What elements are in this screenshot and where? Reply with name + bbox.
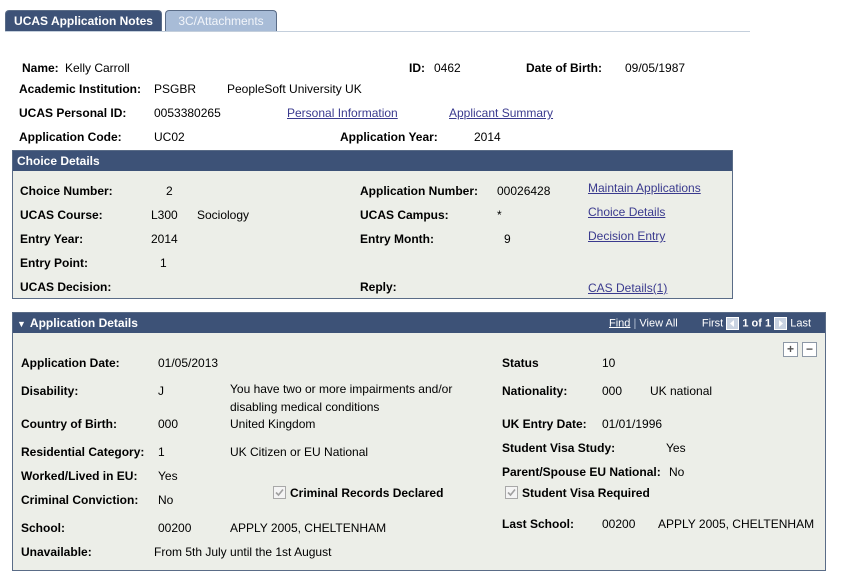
- ucas-personal-id-value: 0053380265: [154, 106, 221, 120]
- application-number-value: 00026428: [497, 184, 551, 198]
- status-label: Status: [502, 356, 539, 370]
- status-value: 10: [602, 356, 616, 370]
- worked-lived-eu-label: Worked/Lived in EU:: [21, 469, 138, 483]
- collapse-triangle-icon[interactable]: ▼: [17, 319, 26, 329]
- student-visa-required-label: Student Visa Required: [522, 486, 650, 500]
- disability-description-line1: You have two or more impairments and/or: [230, 382, 453, 396]
- id-label: ID:: [409, 61, 425, 75]
- nationality-code: 000: [602, 384, 623, 398]
- row-count: 1 of 1: [742, 317, 772, 330]
- last-school-name: APPLY 2005, CHELTENHAM: [658, 517, 815, 531]
- uk-entry-date-label: UK Entry Date:: [502, 417, 587, 431]
- decision-entry-link[interactable]: Decision Entry: [588, 229, 665, 243]
- country-of-birth-label: Country of Birth:: [21, 417, 117, 431]
- dob-label: Date of Birth:: [526, 61, 602, 75]
- student-visa-study-value: Yes: [666, 441, 686, 455]
- cas-details-link[interactable]: CAS Details(1): [588, 281, 667, 295]
- country-of-birth-code: 000: [158, 417, 179, 431]
- last-school-code: 00200: [602, 517, 636, 531]
- residential-category-description: UK Citizen or EU National: [230, 445, 369, 459]
- name-value: Kelly Carroll: [65, 61, 130, 75]
- details-navigation: Find | View All First 1 of 1 Last: [609, 317, 812, 330]
- ucas-personal-id-label: UCAS Personal ID:: [19, 106, 127, 120]
- uk-entry-date-value: 01/01/1996: [602, 417, 663, 431]
- application-date-value: 01/05/2013: [158, 356, 219, 370]
- choice-number-value: 2: [166, 184, 173, 198]
- ucas-course-name: Sociology: [197, 208, 250, 222]
- institution-code: PSGBR: [154, 82, 197, 96]
- entry-point-value: 1: [160, 256, 167, 270]
- entry-point-label: Entry Point:: [20, 256, 88, 270]
- reply-label: Reply:: [360, 280, 397, 294]
- ucas-campus-label: UCAS Campus:: [360, 208, 449, 222]
- application-code-value: UC02: [154, 130, 185, 144]
- institution-name: PeopleSoft University UK: [227, 82, 362, 96]
- nationality-label: Nationality:: [502, 384, 568, 398]
- entry-year-label: Entry Year:: [20, 232, 84, 246]
- application-date-label: Application Date:: [21, 356, 120, 370]
- view-all-link: View All: [639, 317, 678, 330]
- unavailable-value: From 5th July until the 1st August: [154, 545, 332, 559]
- disability-code: J: [158, 384, 164, 398]
- dob-value: 09/05/1987: [625, 61, 686, 75]
- nationality-description: UK national: [650, 384, 713, 398]
- tab-ucas-application-notes[interactable]: UCAS Application Notes: [5, 10, 162, 32]
- criminal-records-label: Criminal Records Declared: [290, 486, 444, 500]
- last-school-label: Last School:: [502, 517, 575, 531]
- tab-3c-attachments[interactable]: 3C/Attachments: [165, 10, 277, 32]
- id-value: 0462: [434, 61, 461, 75]
- criminal-records-declared: Criminal Records Declared: [273, 486, 443, 500]
- school-label: School:: [21, 521, 65, 535]
- first-label: First: [701, 317, 724, 330]
- institution-label: Academic Institution:: [19, 82, 142, 96]
- choice-details-link[interactable]: Choice Details: [588, 205, 665, 219]
- choice-number-label: Choice Number:: [20, 184, 113, 198]
- applicant-summary-link[interactable]: Applicant Summary: [449, 106, 553, 120]
- application-code-label: Application Code:: [19, 130, 122, 144]
- ucas-campus-value: *: [497, 208, 502, 222]
- application-year-value: 2014: [474, 130, 501, 144]
- worked-lived-eu-value: Yes: [158, 469, 178, 483]
- application-details-title: Application Details: [29, 316, 138, 330]
- previous-arrow-icon[interactable]: [726, 317, 740, 330]
- application-details-section: ▼ Application Details: [12, 312, 826, 571]
- application-year-label: Application Year:: [340, 130, 438, 144]
- name-label: Name:: [22, 61, 59, 75]
- school-name: APPLY 2005, CHELTENHAM: [230, 521, 387, 535]
- maintain-applications-link[interactable]: Maintain Applications: [588, 181, 701, 195]
- residential-category-label: Residential Category:: [21, 445, 145, 459]
- criminal-records-checkbox[interactable]: [273, 486, 286, 499]
- unavailable-label: Unavailable:: [21, 545, 92, 559]
- criminal-conviction-label: Criminal Conviction:: [21, 493, 139, 507]
- add-row-icon[interactable]: +: [783, 342, 798, 357]
- student-visa-study-label: Student Visa Study:: [502, 441, 616, 455]
- disability-label: Disability:: [21, 384, 79, 398]
- residential-category-code: 1: [158, 445, 165, 459]
- parent-spouse-eu-value: No: [669, 465, 685, 479]
- find-link[interactable]: Find: [609, 317, 630, 329]
- criminal-conviction-value: No: [158, 493, 174, 507]
- next-arrow-icon[interactable]: [774, 317, 788, 330]
- school-code: 00200: [158, 521, 192, 535]
- entry-month-label: Entry Month:: [360, 232, 434, 246]
- ucas-decision-label: UCAS Decision:: [20, 280, 112, 294]
- ucas-course-code: L300: [151, 208, 178, 222]
- entry-month-value: 9: [504, 232, 511, 246]
- application-number-label: Application Number:: [360, 184, 479, 198]
- entry-year-value: 2014: [151, 232, 178, 246]
- ucas-course-label: UCAS Course:: [20, 208, 103, 222]
- student-visa-required-checkbox[interactable]: [505, 486, 518, 499]
- choice-details-section: Choice Details: [12, 150, 733, 299]
- tab-divider: [5, 31, 750, 32]
- student-visa-required: Student Visa Required: [505, 486, 650, 500]
- disability-description-line2: disabling medical conditions: [230, 400, 380, 414]
- delete-row-icon[interactable]: −: [802, 342, 817, 357]
- country-of-birth-description: United Kingdom: [230, 417, 316, 431]
- parent-spouse-eu-label: Parent/Spouse EU National:: [502, 465, 661, 479]
- personal-information-link[interactable]: Personal Information: [287, 106, 398, 120]
- last-label: Last: [790, 317, 812, 330]
- choice-details-header: Choice Details: [13, 151, 732, 171]
